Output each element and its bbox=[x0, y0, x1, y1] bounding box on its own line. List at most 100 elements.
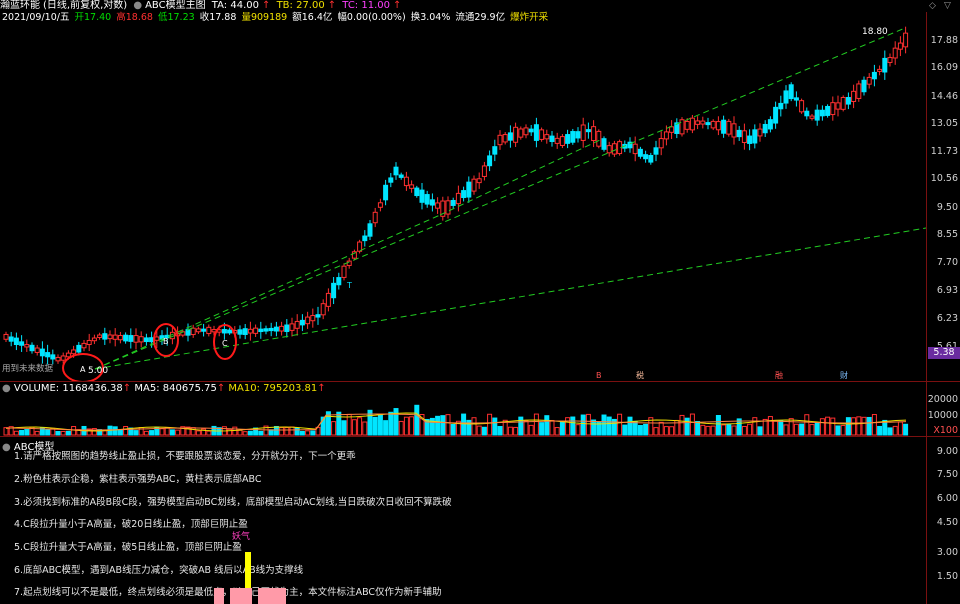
abc-point-label: B bbox=[163, 337, 169, 346]
volume-bar bbox=[851, 417, 857, 436]
event-marker[interactable]: B bbox=[596, 371, 602, 380]
volume-bar bbox=[190, 427, 196, 436]
candle bbox=[840, 95, 846, 112]
candle bbox=[8, 331, 14, 347]
candle bbox=[788, 82, 794, 102]
candle bbox=[481, 161, 487, 181]
trendline-bc[interactable] bbox=[94, 214, 441, 370]
low-price-label: 5.00 bbox=[88, 366, 109, 376]
volume-bar bbox=[580, 414, 586, 436]
volume-unit: X100 bbox=[933, 425, 958, 436]
candle bbox=[310, 308, 316, 328]
volume-bar bbox=[892, 425, 898, 436]
candle bbox=[123, 332, 129, 344]
volume-bar bbox=[585, 413, 591, 436]
abc-axis-tick: 3.00 bbox=[936, 547, 958, 558]
volume-bar bbox=[830, 417, 836, 436]
axis-separator bbox=[926, 12, 927, 604]
volume-bar bbox=[289, 426, 295, 436]
candle bbox=[539, 127, 545, 142]
candle bbox=[86, 333, 92, 352]
volume-bar bbox=[622, 424, 628, 436]
price-axis-tick: 6.93 bbox=[936, 285, 958, 296]
candle bbox=[97, 332, 103, 340]
candle bbox=[715, 116, 721, 136]
volume-bar bbox=[877, 425, 883, 436]
candle bbox=[559, 134, 565, 149]
volume-bar bbox=[65, 430, 71, 436]
candle bbox=[861, 76, 867, 96]
candle bbox=[653, 140, 659, 162]
volume-bar bbox=[887, 427, 893, 436]
volume-bar bbox=[767, 416, 773, 436]
candle bbox=[237, 325, 243, 339]
volume-bar bbox=[643, 423, 649, 436]
volume-bar bbox=[471, 417, 477, 436]
price-axis-tick: 16.09 bbox=[930, 62, 958, 73]
volume-bar bbox=[388, 411, 394, 436]
candle bbox=[851, 84, 857, 109]
volume-bar bbox=[866, 416, 872, 436]
candle bbox=[258, 321, 264, 339]
future-data-label: 用到未来数据 bbox=[2, 364, 54, 374]
volume-bar bbox=[279, 427, 285, 436]
abc-rule-line: 5.C段拉升量大于A高量，破5日线止盈，顶部巨阴止盈 bbox=[14, 542, 242, 553]
candle bbox=[658, 131, 664, 156]
candle bbox=[341, 263, 347, 281]
volume-bar bbox=[861, 416, 867, 436]
candle bbox=[476, 172, 482, 189]
candle bbox=[289, 317, 295, 337]
volume-bar bbox=[258, 430, 264, 436]
event-marker[interactable]: 融 bbox=[775, 370, 783, 380]
candle bbox=[320, 299, 326, 320]
volume-bar bbox=[778, 420, 784, 436]
volume-bar bbox=[435, 415, 441, 436]
event-marker[interactable]: 税 bbox=[636, 370, 644, 380]
candle bbox=[637, 146, 643, 159]
candle bbox=[346, 257, 352, 269]
candle bbox=[403, 171, 409, 191]
volume-bar bbox=[658, 421, 664, 436]
candle bbox=[440, 196, 446, 221]
volume-bar bbox=[55, 430, 61, 436]
volume-bar bbox=[731, 425, 737, 436]
volume-bar bbox=[273, 425, 279, 436]
candle bbox=[887, 53, 893, 67]
volume-bar bbox=[565, 417, 571, 436]
volume-bar bbox=[549, 419, 555, 436]
event-marker[interactable]: 财 bbox=[840, 370, 848, 380]
volume-bar bbox=[461, 413, 467, 436]
candle bbox=[731, 116, 737, 145]
volume-bar bbox=[206, 430, 212, 436]
volume-bar bbox=[695, 420, 701, 436]
volume-bar bbox=[247, 430, 253, 436]
candle bbox=[492, 139, 498, 162]
volume-bar bbox=[804, 414, 810, 436]
volume-bar bbox=[497, 426, 503, 436]
candlestick-chart[interactable]: A B C T B 税 融 财 bbox=[0, 0, 926, 381]
volume-bar bbox=[440, 415, 446, 436]
volume-bar bbox=[554, 427, 560, 436]
candle bbox=[39, 341, 45, 364]
trendline-ab[interactable] bbox=[94, 227, 926, 370]
trendline-bc-ext[interactable] bbox=[439, 139, 601, 216]
candle bbox=[554, 132, 560, 149]
trendline-ac[interactable] bbox=[94, 27, 906, 370]
volume-bar bbox=[481, 426, 487, 436]
volume-bar bbox=[13, 430, 19, 436]
candle bbox=[206, 324, 212, 337]
volume-bar bbox=[169, 429, 175, 436]
candle bbox=[809, 113, 815, 121]
candle bbox=[767, 116, 773, 133]
candle bbox=[549, 130, 555, 147]
abc-rule-line: 1.请严格按照图的趋势线止盈止损，不要跟股票谈恋爱，分开就分开，下一个更乖 bbox=[14, 451, 356, 462]
volume-bar bbox=[523, 420, 529, 436]
volume-bar bbox=[19, 429, 25, 436]
candle bbox=[383, 179, 389, 206]
candle bbox=[128, 328, 134, 349]
candle bbox=[398, 172, 404, 180]
candles bbox=[3, 26, 909, 365]
volume-bar bbox=[559, 421, 565, 436]
volume-bar bbox=[632, 420, 638, 436]
volume-chart[interactable] bbox=[0, 381, 926, 436]
